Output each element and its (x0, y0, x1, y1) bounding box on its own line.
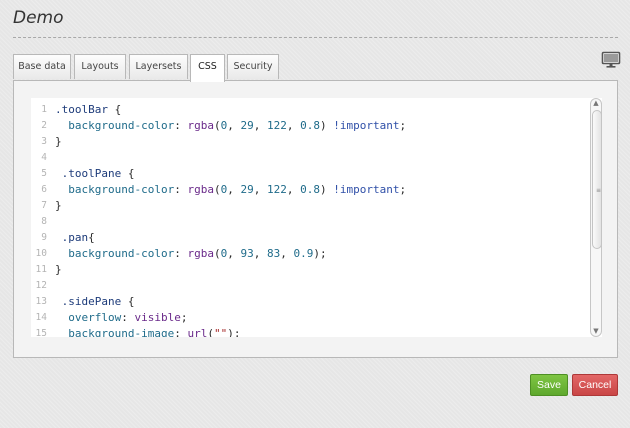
line-number: 3 (41, 136, 47, 147)
save-button[interactable]: Save (530, 374, 568, 396)
scroll-up-icon[interactable]: ▲ (591, 99, 601, 108)
line-number: 10 (35, 248, 47, 259)
code-text: background-color: rgba(0, 29, 122, 0.8) … (68, 183, 407, 196)
css-tab-panel: 1 .toolBar { 2 background-color: rgba(0, 2… (13, 80, 618, 358)
code-text: .pan{ (55, 231, 95, 244)
scroll-down-icon[interactable]: ▼ (591, 327, 601, 336)
css-code-editor[interactable]: 1 .toolBar { 2 background-color: rgba(0, 2… (31, 98, 602, 337)
code-text: } (55, 263, 62, 276)
code-text: .toolPane { (55, 167, 135, 180)
code-text: background-image: url(""); (68, 327, 241, 337)
line-number: 1 (41, 104, 47, 115)
line-number: 9 (41, 232, 47, 243)
line-number: 4 (41, 152, 47, 163)
tab-layersets[interactable]: Layersets (129, 54, 188, 79)
code-text: background-color: rgba(0, 29, 122, 0.8) … (68, 119, 407, 132)
scroll-thumb[interactable]: ≡ (592, 110, 602, 249)
page-title: Demo (13, 8, 64, 28)
code-text: overflow: visible; (68, 311, 188, 324)
line-number: 14 (35, 312, 47, 323)
line-number: 13 (35, 296, 47, 307)
tab-base-data[interactable]: Base data (13, 54, 71, 79)
tab-css[interactable]: CSS (190, 54, 225, 82)
line-number: 12 (35, 280, 47, 291)
line-number: 15 (35, 328, 47, 337)
title-divider (13, 37, 618, 38)
line-number: 11 (35, 264, 47, 275)
code-text: } (55, 199, 62, 212)
code-text: } (55, 135, 62, 148)
code-text: background-color: rgba(0, 93, 83, 0.9); (68, 247, 327, 260)
code-text: .toolBar { (55, 103, 122, 116)
line-number: 2 (41, 120, 47, 131)
line-number: 6 (41, 184, 47, 195)
editor-scrollbar[interactable]: ▲ ≡ ▼ (590, 98, 602, 337)
line-number: 5 (41, 168, 47, 179)
tab-security[interactable]: Security (227, 54, 279, 79)
tab-layouts[interactable]: Layouts (74, 54, 126, 79)
grip-icon: ≡ (596, 187, 602, 194)
line-number: 7 (41, 200, 47, 211)
line-number: 8 (41, 216, 47, 227)
code-text: .sidePane { (55, 295, 135, 308)
monitor-icon[interactable] (601, 51, 621, 69)
cancel-button[interactable]: Cancel (572, 374, 618, 396)
